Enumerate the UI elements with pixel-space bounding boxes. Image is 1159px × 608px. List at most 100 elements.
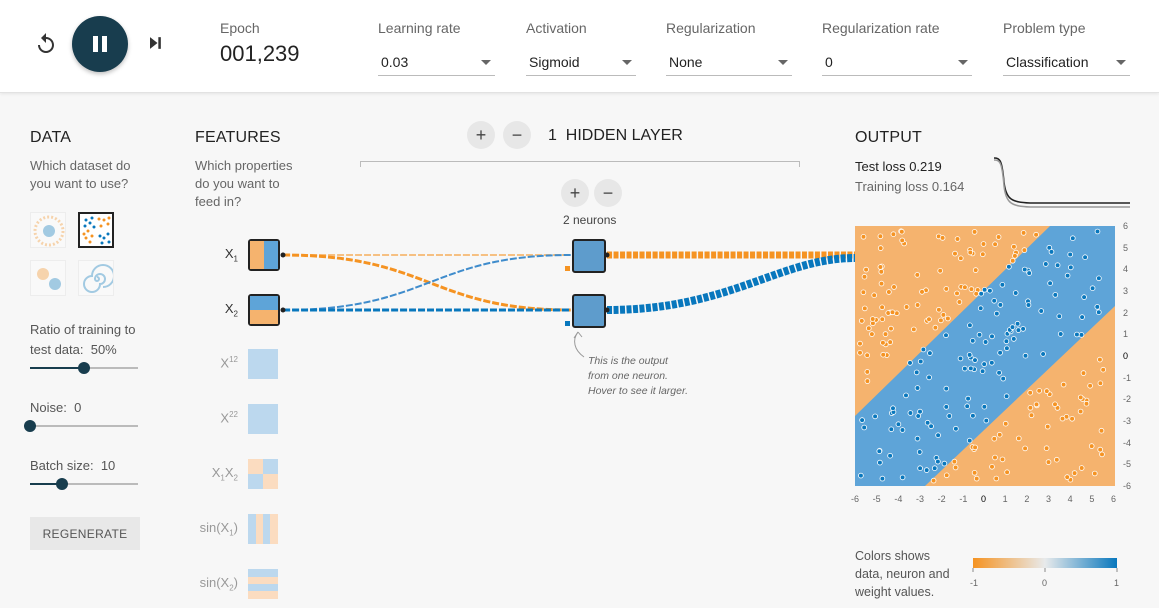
bias-marker-n2[interactable] xyxy=(565,321,570,326)
legend-tick-max: 1 xyxy=(1114,578,1120,588)
data-point xyxy=(983,417,990,424)
data-point xyxy=(989,464,995,470)
data-point xyxy=(889,309,896,316)
x-tick-label: 1 xyxy=(1002,494,1008,504)
data-point xyxy=(1033,401,1040,408)
remove-layer-button[interactable]: − xyxy=(503,121,531,149)
x-tick-label: -5 xyxy=(872,494,881,504)
data-point xyxy=(924,419,931,426)
data-point xyxy=(964,403,970,410)
data-point xyxy=(997,350,1003,356)
data-point xyxy=(1094,304,1101,310)
data-point xyxy=(1099,451,1105,458)
add-layer-button[interactable]: + xyxy=(467,121,495,149)
remove-neuron-button[interactable]: − xyxy=(594,179,622,207)
x-tick-label: -3 xyxy=(916,494,925,504)
hidden-layer-word: HIDDEN LAYER xyxy=(565,127,683,144)
hidden-neuron-1[interactable] xyxy=(572,239,606,273)
data-point xyxy=(980,251,986,258)
data-point xyxy=(1054,262,1061,268)
data-point xyxy=(1097,356,1103,363)
y-tick-label: 0 xyxy=(1123,351,1129,361)
data-point xyxy=(1078,465,1085,471)
data-point xyxy=(943,286,950,292)
data-point xyxy=(1009,324,1016,330)
data-point xyxy=(1096,309,1102,315)
data-point xyxy=(981,286,988,293)
y-tick-label: 6 xyxy=(1123,221,1129,231)
y-tick-label: -3 xyxy=(1123,416,1132,426)
data-point xyxy=(863,266,869,273)
data-point xyxy=(1069,416,1075,422)
data-point xyxy=(1052,292,1059,298)
x-tick-label: -6 xyxy=(851,494,860,504)
data-point xyxy=(971,470,978,476)
data-point xyxy=(973,291,979,297)
data-point xyxy=(899,427,906,433)
data-point xyxy=(935,432,941,439)
data-point xyxy=(972,444,978,451)
data-point xyxy=(1048,249,1055,255)
data-point xyxy=(1077,408,1084,415)
y-tick-label: -1 xyxy=(1123,372,1132,383)
y-tick-label: 5 xyxy=(1123,242,1129,253)
data-point xyxy=(973,475,980,482)
data-point xyxy=(996,431,1003,438)
data-point xyxy=(869,331,875,337)
data-point xyxy=(869,316,876,322)
data-point xyxy=(956,299,963,305)
data-point xyxy=(887,452,893,459)
x-tick-label: -4 xyxy=(894,494,903,504)
legend-tick-min: -1 xyxy=(970,578,979,588)
hidden-neuron-2[interactable] xyxy=(572,294,606,328)
data-point xyxy=(943,332,949,339)
data-point xyxy=(1071,470,1078,476)
data-point xyxy=(1079,314,1085,320)
data-point xyxy=(880,340,886,346)
data-point xyxy=(876,448,883,455)
data-point xyxy=(994,310,1000,317)
data-point xyxy=(1059,415,1066,422)
data-point xyxy=(861,273,868,280)
node-dot xyxy=(280,307,286,313)
data-point xyxy=(989,360,995,366)
data-point xyxy=(972,267,979,273)
data-point xyxy=(865,325,872,331)
node-dot xyxy=(280,252,286,258)
data-point xyxy=(993,475,1000,482)
data-point xyxy=(890,405,896,412)
y-tick-label: 2 xyxy=(1123,307,1129,318)
data-point xyxy=(946,413,953,419)
y-tick-label: -2 xyxy=(1123,394,1132,405)
add-neuron-button[interactable]: + xyxy=(561,179,589,207)
link-x2-n1[interactable] xyxy=(282,254,572,311)
y-tick-label: 4 xyxy=(1123,264,1129,275)
color-legend-caption: Colors shows data, neuron and weight val… xyxy=(855,547,965,601)
y-tick-label: -6 xyxy=(1123,481,1132,491)
bias-marker-n1[interactable] xyxy=(565,266,570,271)
neurons-count-label: 2 neurons xyxy=(563,213,617,227)
data-point xyxy=(954,290,960,297)
data-point xyxy=(860,289,867,296)
data-point xyxy=(965,395,971,402)
data-point xyxy=(919,289,925,295)
data-point xyxy=(879,316,886,322)
data-point xyxy=(1078,332,1085,338)
data-point xyxy=(951,458,958,465)
data-point xyxy=(999,281,1006,288)
data-point xyxy=(991,435,998,442)
data-point xyxy=(861,424,867,431)
data-point xyxy=(864,369,871,375)
data-point xyxy=(917,358,924,365)
data-point xyxy=(1004,345,1010,352)
x-tick-label: 3 xyxy=(1046,494,1052,504)
data-point xyxy=(888,325,894,332)
data-point xyxy=(1011,243,1017,250)
data-point xyxy=(930,477,937,484)
output-heatmap[interactable] xyxy=(855,226,1115,486)
data-point xyxy=(859,417,865,423)
data-point xyxy=(931,465,938,472)
link-n2-output[interactable] xyxy=(606,254,856,314)
data-point xyxy=(970,412,976,419)
test-loss: Test loss 0.219 xyxy=(855,159,942,174)
